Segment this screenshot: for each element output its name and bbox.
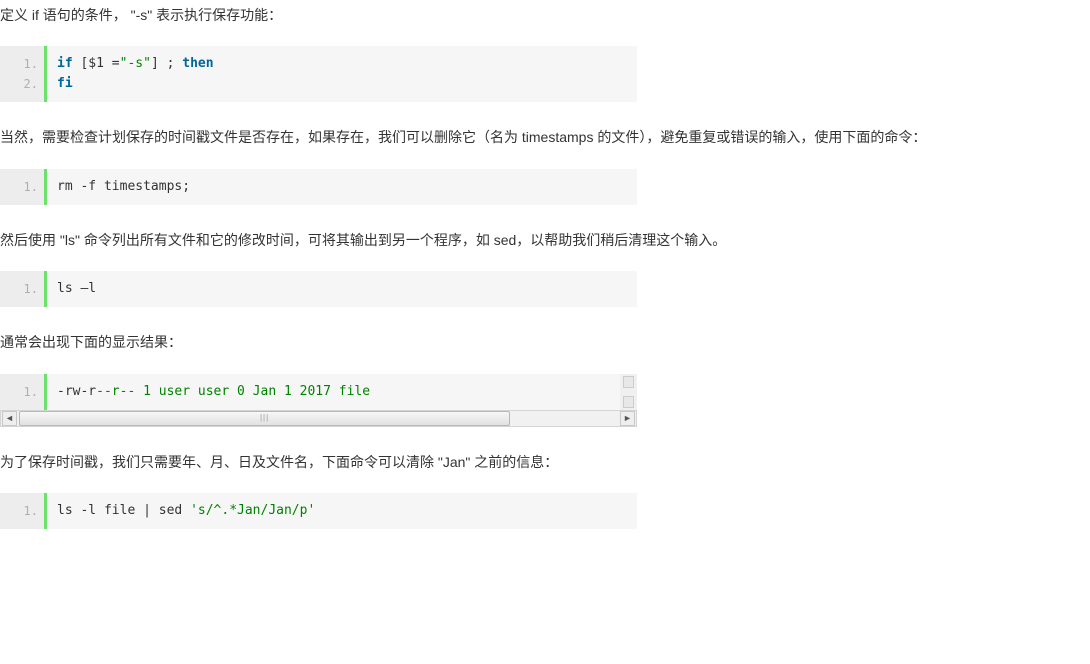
code-line: -rw-r--r-- 1 user user 0 Jan 1 2017 file [57, 382, 370, 402]
line-number: 1. [0, 177, 38, 197]
code-line: rm -f timestamps; [57, 177, 190, 197]
line-number-gutter: 1. 2. [0, 46, 44, 102]
code-content: rm -f timestamps; [44, 169, 200, 205]
paragraph-text: 通常会出现下面的显示结果： [0, 331, 1090, 353]
code-line: ls -l file | sed 's/^.*Jan/Jan/p' [57, 501, 315, 521]
code-content: ls –l [44, 271, 106, 307]
scrollable-code-block: 1. -rw-r--r-- 1 user user 0 Jan 1 2017 f… [0, 374, 637, 427]
paragraph-text: 然后使用 "ls" 命令列出所有文件和它的修改时间，可将其输出到另一个程序，如 … [0, 229, 1090, 251]
line-number-gutter: 1. [0, 493, 44, 529]
paragraph-text: 当然，需要检查计划保存的时间戳文件是否存在，如果存在，我们可以删除它（名为 ti… [0, 126, 1090, 148]
line-number: 1. [0, 279, 38, 299]
vertical-scrollbar[interactable] [620, 374, 637, 410]
horizontal-scrollbar[interactable]: ◄ ► [0, 410, 637, 427]
line-number: 2. [0, 74, 38, 94]
paragraph-text: 为了保存时间戳，我们只需要年、月、日及文件名，下面命令可以清除 "Jan" 之前… [0, 451, 1090, 473]
line-number-gutter: 1. [0, 271, 44, 307]
line-number: 1. [0, 501, 38, 521]
code-block: 1. ls -l file | sed 's/^.*Jan/Jan/p' [0, 493, 637, 529]
paragraph-text: 定义 if 语句的条件， "-s" 表示执行保存功能： [0, 4, 1090, 26]
code-content: -rw-r--r-- 1 user user 0 Jan 1 2017 file [44, 374, 380, 410]
scrollbar-track[interactable] [19, 411, 618, 426]
line-number: 1. [0, 382, 38, 402]
scrollbar-thumb[interactable] [19, 411, 510, 426]
code-block: 1. rm -f timestamps; [0, 169, 637, 205]
code-content: ls -l file | sed 's/^.*Jan/Jan/p' [44, 493, 325, 529]
code-content: if [$1 ="-s"] ; then fi [44, 46, 224, 102]
line-number-gutter: 1. [0, 169, 44, 205]
line-number: 1. [0, 54, 38, 74]
code-line: ls –l [57, 279, 96, 299]
code-block: 1. 2. if [$1 ="-s"] ; then fi [0, 46, 637, 102]
line-number-gutter: 1. [0, 374, 44, 410]
scroll-right-arrow-icon[interactable]: ► [620, 411, 635, 426]
code-block: 1. ls –l [0, 271, 637, 307]
scroll-left-arrow-icon[interactable]: ◄ [2, 411, 17, 426]
code-line: fi [57, 74, 214, 94]
code-line: if [$1 ="-s"] ; then [57, 54, 214, 74]
